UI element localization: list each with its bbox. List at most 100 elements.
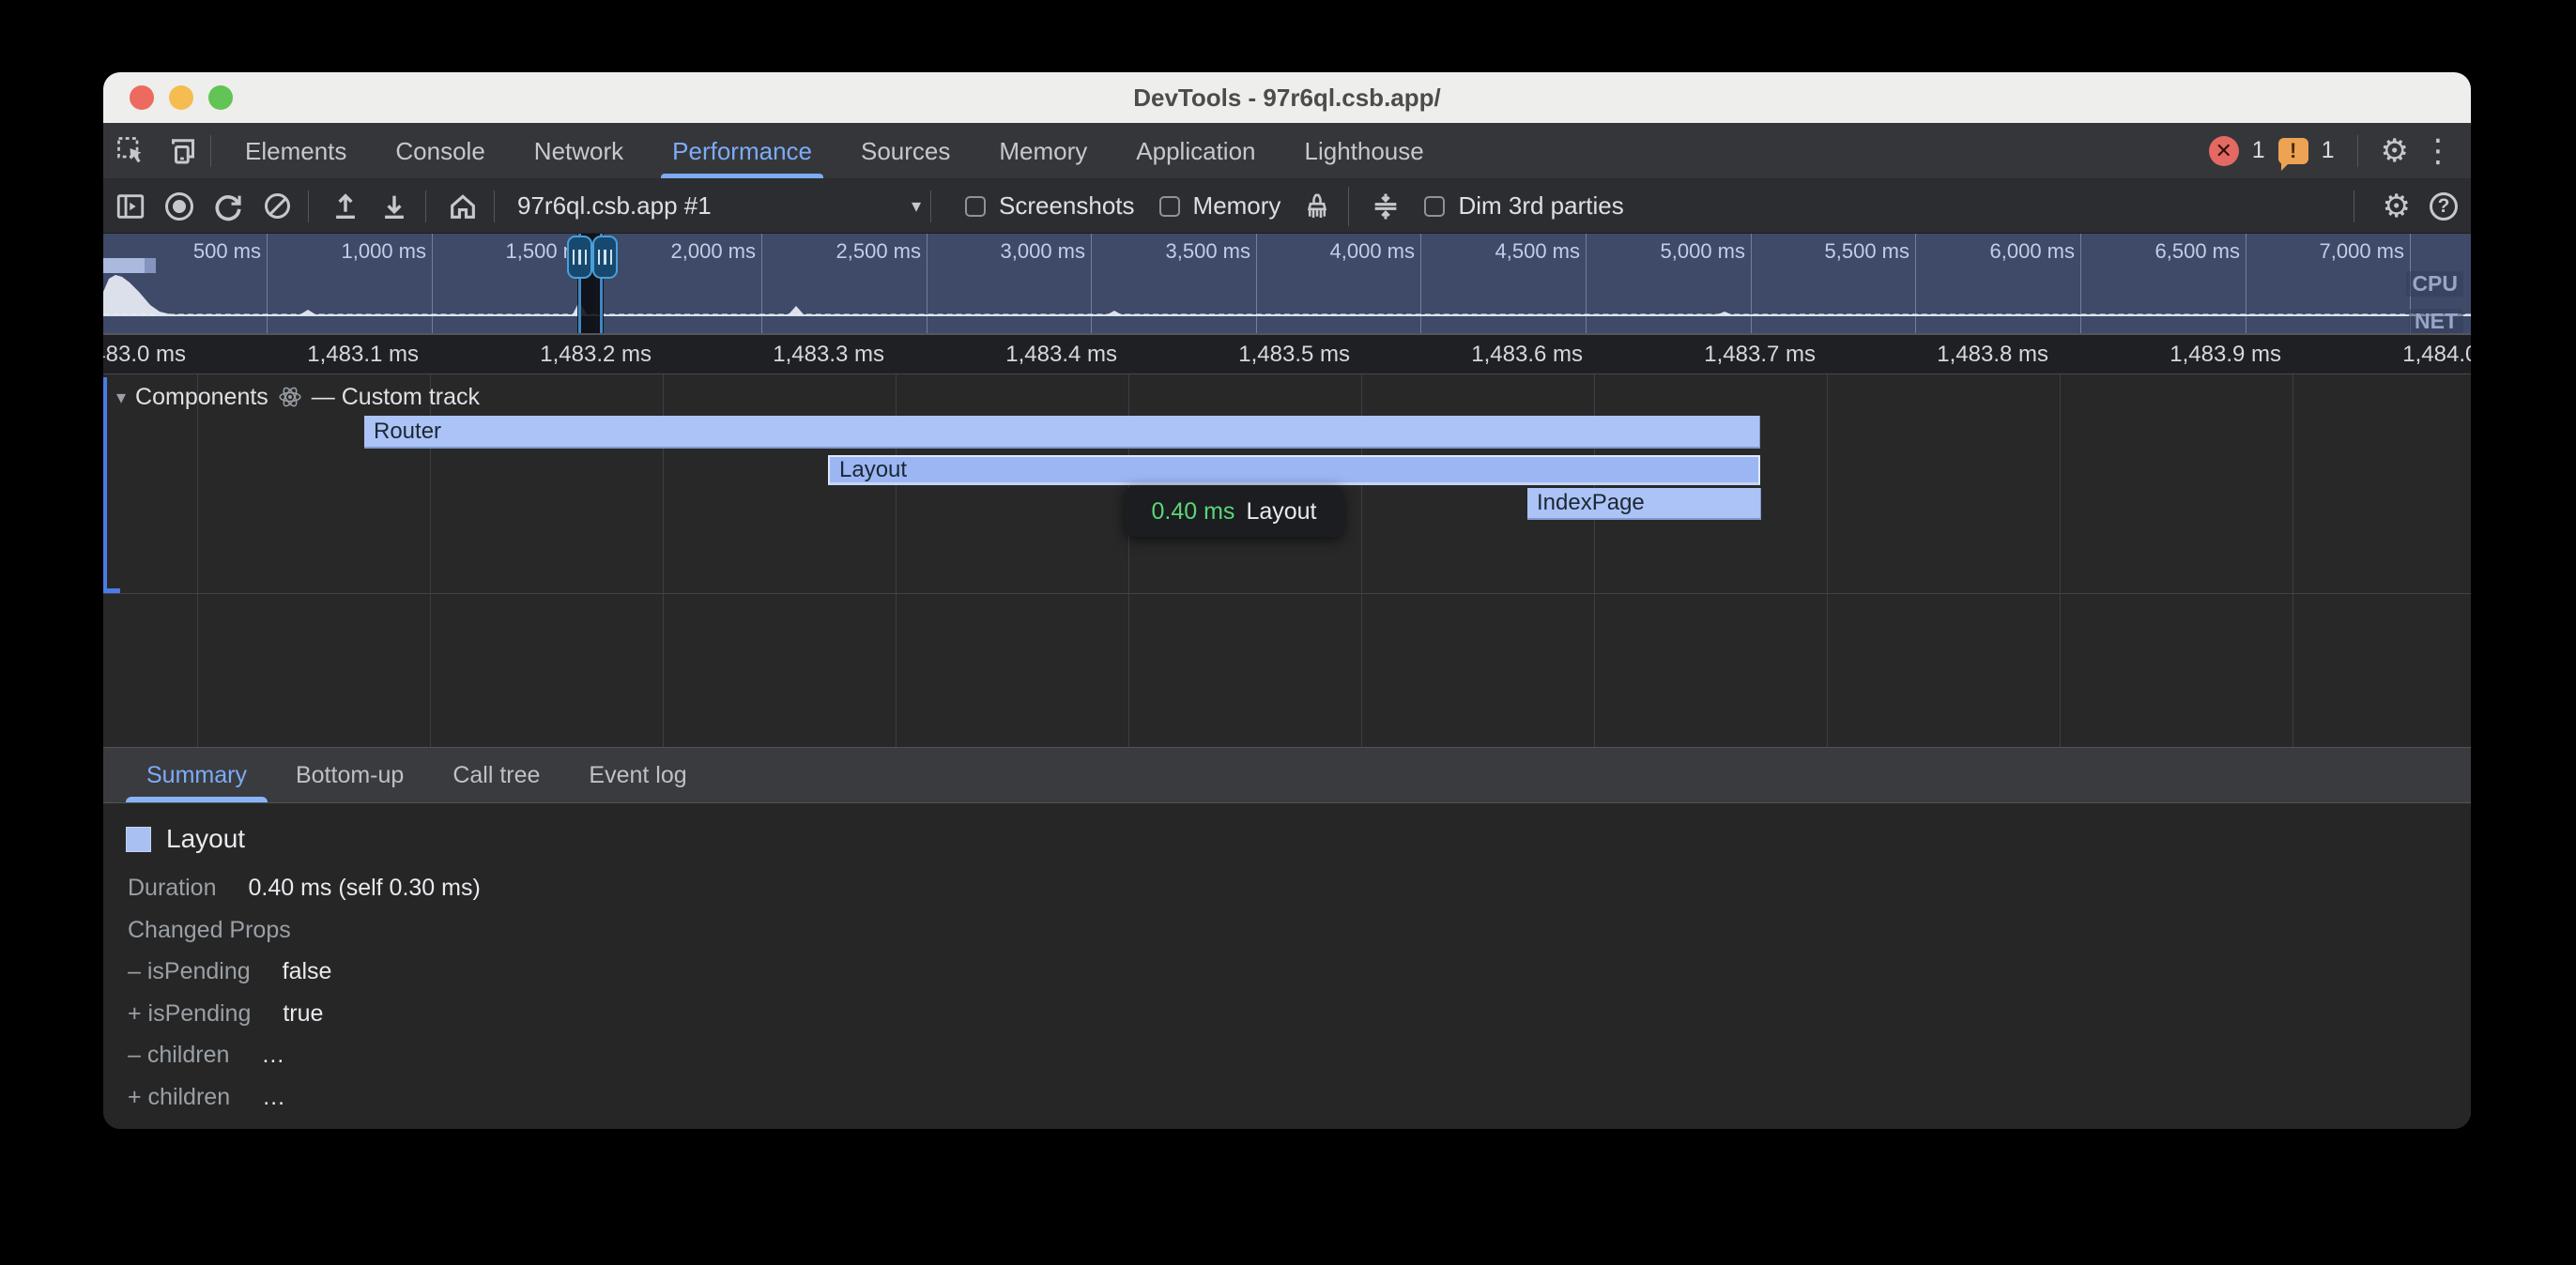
download-profile-icon[interactable] [373, 185, 416, 228]
summary-row-label: Changed Props [128, 917, 291, 944]
overview-tick-label: 1,000 ms [238, 239, 426, 264]
garbage-collect-icon[interactable] [1296, 185, 1339, 228]
ruler-tick-label: 1,483.1 ms [231, 342, 419, 368]
tab-network[interactable]: Network [510, 123, 648, 178]
tab-lighthouse[interactable]: Lighthouse [1280, 123, 1449, 178]
summary-row-label: + isPending [128, 1000, 251, 1028]
collapse-tracks-icon[interactable] [1364, 185, 1407, 228]
overview-tick-label: 500 ms [103, 239, 261, 264]
tabbar-divider [210, 135, 211, 167]
summary-row: + isPending true [128, 1000, 323, 1028]
toolbar-divider [308, 191, 309, 222]
overview-tick-label: 4,000 ms [1227, 239, 1415, 264]
kebab-menu-icon[interactable]: ⋮ [2422, 135, 2454, 167]
summary-panel: Layout Duration0.40 ms (self 0.30 ms)Cha… [103, 803, 2471, 1129]
summary-row-value: 0.40 ms (self 0.30 ms) [249, 875, 481, 902]
timeline-ruler: 1,483.0 ms1,483.1 ms1,483.2 ms1,483.3 ms… [103, 335, 2471, 374]
issues-count[interactable]: 1 [2322, 137, 2335, 164]
overview-tick-label: 6,500 ms [2052, 239, 2240, 264]
upload-profile-icon[interactable] [324, 185, 367, 228]
tabbar-right-cluster: ✕ 1 ! 1 ⚙ ⋮ [2209, 123, 2454, 178]
selection-left-handle[interactable] [567, 236, 592, 279]
issues-badge-icon[interactable]: ! [2278, 138, 2308, 164]
net-lane-label: NET [2409, 309, 2463, 334]
tooltip-label: Layout [1246, 498, 1316, 526]
summary-row-value: true [283, 1000, 323, 1028]
help-icon[interactable]: ? [2430, 192, 2458, 221]
tab-console[interactable]: Console [371, 123, 509, 178]
memory-checkbox[interactable] [1159, 196, 1180, 217]
ruler-tick-label: 1,483.9 ms [2093, 342, 2281, 368]
reload-and-record-icon[interactable] [207, 185, 250, 228]
capture-settings-gear-icon[interactable]: ⚙ [2383, 191, 2411, 222]
tab-memory[interactable]: Memory [974, 123, 1112, 178]
flame-tooltip: 0.40 ms Layout [1125, 486, 1343, 537]
tab-sources[interactable]: Sources [836, 123, 974, 178]
target-selector[interactable]: 97r6ql.csb.app #1 ▾ [517, 191, 921, 221]
memory-checkbox-row[interactable]: Memory [1159, 191, 1281, 221]
toolbar-divider [930, 191, 931, 222]
flame-bar-router[interactable]: Router [364, 416, 1760, 449]
clear-icon[interactable] [255, 185, 299, 228]
flame-chart[interactable]: ▾ Components — Custom track Router Layout… [103, 374, 2471, 747]
ruler-tick-label: 1,483.4 ms [929, 342, 1117, 368]
tab-application[interactable]: Application [1112, 123, 1280, 178]
error-badge-icon[interactable]: ✕ [2209, 136, 2239, 166]
memory-label: Memory [1193, 191, 1281, 221]
summary-header: Layout [126, 824, 245, 854]
settings-gear-icon[interactable]: ⚙ [2381, 135, 2409, 167]
bottom-tab-call-tree[interactable]: Call tree [428, 748, 564, 802]
summary-row-label: + children [128, 1084, 230, 1111]
bottom-tab-summary[interactable]: Summary [122, 748, 271, 802]
summary-row: – children … [128, 1042, 284, 1069]
chevron-down-icon: ▾ [912, 194, 921, 218]
ruler-tick-label: 1,483.2 ms [464, 342, 652, 368]
main-tabs: ElementsConsoleNetworkPerformanceSources… [221, 123, 1449, 178]
error-count[interactable]: 1 [2252, 137, 2265, 164]
tab-performance[interactable]: Performance [648, 123, 836, 178]
device-toolbar-icon[interactable] [160, 130, 201, 172]
summary-row-value: … [262, 1084, 285, 1111]
overview-tick-label: 4,500 ms [1392, 239, 1580, 264]
ruler-tick-label: 1,483.7 ms [1628, 342, 1816, 368]
dim-3rd-parties-label: Dim 3rd parties [1458, 191, 1623, 221]
selection-right-handle[interactable] [592, 236, 618, 279]
devtools-tabbar: ElementsConsoleNetworkPerformanceSources… [103, 123, 2471, 179]
ruler-tick-label: 1,483.8 ms [1861, 342, 2048, 368]
collapse-triangle-icon[interactable]: ▾ [116, 386, 126, 409]
toggle-sidebar-icon[interactable] [109, 185, 152, 228]
summary-row-label: – children [128, 1042, 229, 1069]
toolbar-right-cluster: ⚙ ? [2344, 179, 2458, 233]
overview-tick-label: 6,000 ms [1887, 239, 2075, 264]
tab-elements[interactable]: Elements [221, 123, 371, 178]
timeline-overview[interactable]: 500 ms1,000 ms1,500 ms2,000 ms2,500 ms3,… [103, 234, 2471, 335]
window-title: DevTools - 97r6ql.csb.app/ [103, 72, 2471, 123]
track-header[interactable]: ▾ Components — Custom track [116, 382, 480, 412]
cpu-lane-label: CPU [2406, 271, 2463, 297]
toolbar-divider [494, 191, 495, 222]
flame-bar-indexpage[interactable]: IndexPage [1527, 488, 1761, 520]
record-icon[interactable] [158, 185, 201, 228]
react-atom-icon [278, 385, 302, 409]
overview-tick-label: 7,000 ms [2216, 239, 2404, 264]
inspect-element-icon[interactable] [111, 130, 152, 172]
track-name: Components [135, 384, 268, 411]
screenshots-checkbox[interactable] [965, 196, 986, 217]
summary-row: + children … [128, 1084, 285, 1111]
flame-gridline [1827, 374, 1828, 747]
overview-tick-label: 5,000 ms [1557, 239, 1745, 264]
ruler-tick-label: 1,483.5 ms [1162, 342, 1350, 368]
tooltip-duration: 0.40 ms [1152, 498, 1235, 526]
flame-bar-layout[interactable]: Layout [828, 455, 1760, 485]
devtools-window: DevTools - 97r6ql.csb.app/ ElementsConso… [103, 72, 2471, 1129]
bottom-tabbar: SummaryBottom-upCall treeEvent log [103, 747, 2471, 803]
bottom-tab-bottom-up[interactable]: Bottom-up [271, 748, 428, 802]
bottom-tab-event-log[interactable]: Event log [564, 748, 711, 802]
screenshots-checkbox-row[interactable]: Screenshots [965, 191, 1135, 221]
dim-3rd-parties-checkbox-row[interactable]: Dim 3rd parties [1424, 191, 1623, 221]
summary-row-value: … [261, 1042, 284, 1069]
target-selector-value: 97r6ql.csb.app #1 [517, 191, 712, 221]
dim-3rd-parties-checkbox[interactable] [1424, 196, 1445, 217]
performance-toolbar: 97r6ql.csb.app #1 ▾ Screenshots Memory [103, 179, 2471, 234]
home-icon[interactable] [441, 185, 484, 228]
